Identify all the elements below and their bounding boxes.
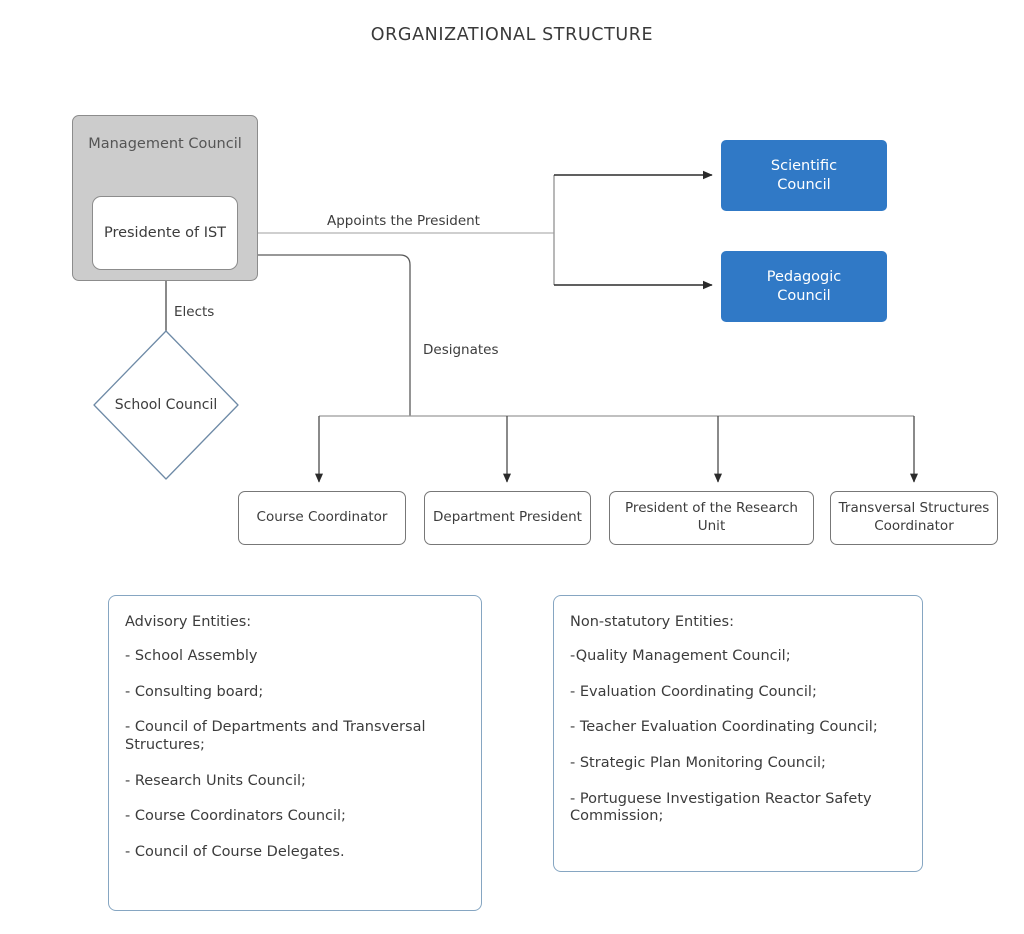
advisory-item: - Course Coordinators Council; [125,808,346,825]
transversal-coordinator-label: Transversal Structures Coordinator [838,500,990,534]
course-coordinator-label: Course Coordinator [256,509,388,526]
edge-label-elects: Elects [174,304,215,320]
nonstatutory-item: -Quality Management Council; [570,648,791,664]
diagram-canvas: ORGANIZATIONAL STRUCTURE Management Coun… [0,0,1024,934]
nonstatutory-item: - Strategic Plan Monitoring Council; [570,755,826,772]
advisory-item: - Consulting board; [125,683,264,700]
scientific-council-label: Scientific Council [770,157,838,193]
nonstatutory-item: - Portuguese Investigation Reactor Safet… [570,790,872,825]
node-president-ist[interactable]: Presidente of IST [92,196,238,270]
president-ist-label: Presidente of IST [103,225,227,241]
advisory-item: - Council of Departments and Transversal… [125,719,426,754]
page-title: ORGANIZATIONAL STRUCTURE [370,25,654,45]
advisory-heading: Advisory Entities: [125,614,252,630]
management-council-label: Management Council [88,136,242,152]
advisory-item: - Council of Course Delegates. [125,844,345,861]
department-president-label: Department President [433,509,582,526]
pedagogic-council-label: Pedagogic Council [766,268,842,304]
panel-advisory-entities: Advisory Entities: - School Assembly - C… [108,595,482,911]
advisory-item: - Research Units Council; [125,772,306,789]
node-research-unit-president[interactable]: President of the Research Unit [609,491,814,545]
node-transversal-coordinator[interactable]: Transversal Structures Coordinator [830,491,998,545]
nonstatutory-heading: Non-statutory Entities: [570,614,734,630]
nonstatutory-item: - Evaluation Coordinating Council; [570,683,817,700]
research-unit-president-label: President of the Research Unit [625,500,798,534]
node-department-president[interactable]: Department President [424,491,591,545]
node-school-council[interactable]: School Council [90,331,242,479]
node-course-coordinator[interactable]: Course Coordinator [238,491,406,545]
node-scientific-council[interactable]: Scientific Council [721,140,887,211]
node-pedagogic-council[interactable]: Pedagogic Council [721,251,887,322]
school-council-label: School Council [114,397,218,413]
advisory-item: - School Assembly [125,648,258,664]
edge-appoints-president [238,170,713,290]
nonstatutory-item: - Teacher Evaluation Coordinating Counci… [570,719,878,736]
edge-label-appoints: Appoints the President [327,213,480,229]
panel-nonstatutory-entities: Non-statutory Entities: -Quality Managem… [553,595,923,872]
edge-label-designates: Designates [423,342,499,358]
